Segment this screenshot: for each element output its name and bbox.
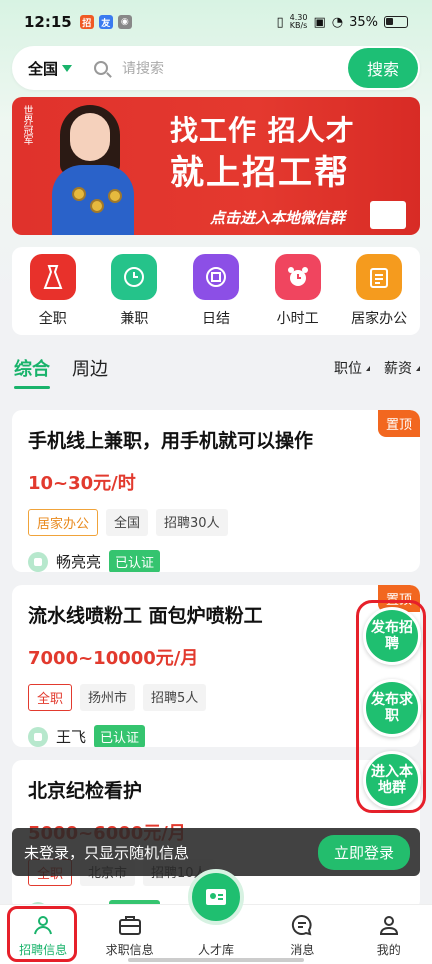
nav-profile[interactable]: 我的 — [354, 913, 424, 958]
search-bar: 全国 请搜索 搜索 — [12, 46, 420, 90]
nav-label: 消息 — [290, 943, 315, 957]
category-remote[interactable]: 居家办公 — [344, 254, 414, 328]
status-right: ▯ 4.30 KB/s ▣ ◔ 35% — [276, 14, 408, 30]
login-button[interactable]: 立即登录 — [317, 834, 410, 870]
talent-pool-icon — [187, 869, 244, 925]
search-icon — [94, 61, 109, 75]
job-tag: 招聘30人 — [156, 509, 228, 536]
region-label: 全国 — [28, 59, 59, 78]
search-button[interactable]: 搜索 — [348, 48, 418, 88]
promo-banner[interactable]: 世界冠军 找工作 招人才 就上招工帮 点击进入本地微信群 — [12, 97, 420, 235]
qr-code-image — [370, 201, 406, 229]
home-indicator[interactable] — [128, 958, 304, 962]
category-label: 全职 — [38, 311, 67, 327]
network-speed: 4.30 KB/s — [290, 14, 308, 30]
building-icon — [28, 726, 48, 747]
nav-talent-pool[interactable]: 人才库 — [181, 869, 251, 958]
category-part-time[interactable]: 兼职 — [99, 254, 169, 328]
poster-name: 王飞 — [56, 728, 87, 746]
verified-badge: 已认证 — [109, 550, 161, 572]
banner-subtitle: 就上招工帮 — [170, 153, 350, 193]
category-hourly[interactable]: 小时工 — [263, 254, 333, 328]
banner-title: 找工作 招人才 — [170, 114, 355, 147]
filter-label: 薪资 — [384, 361, 412, 377]
banner-cta: 点击进入本地微信群 — [210, 209, 346, 227]
clock-icon — [111, 254, 158, 300]
job-title: 北京纪检看护 — [28, 780, 143, 802]
tab-nearby[interactable]: 周边 — [72, 355, 108, 381]
wifi-icon: ◔ — [331, 14, 344, 30]
notification-icons: 招 友 ◉ — [79, 15, 132, 29]
poster-info: 畅亮亮 已认证 — [28, 550, 404, 572]
job-tag: 全职 — [28, 684, 73, 711]
chat-icon — [290, 913, 314, 937]
tab-comprehensive[interactable]: 综合 — [14, 355, 50, 389]
job-tag: 招聘5人 — [143, 684, 207, 711]
job-title: 流水线喷粉工 面包炉喷粉工 — [28, 605, 263, 627]
filter-salary[interactable]: 薪资 — [384, 358, 420, 378]
verified-badge: 已认证 — [94, 725, 146, 747]
battery-level: 35% — [349, 14, 378, 30]
job-salary: 7000~10000元/月 — [28, 648, 199, 669]
banner-side-text: 世界冠军 — [21, 105, 32, 145]
category-daily-pay[interactable]: 日结 — [181, 254, 251, 328]
job-title: 手机线上兼职，用手机就可以操作 — [28, 430, 314, 452]
floating-actions: 发布招聘 发布求职 进入本地群 — [356, 600, 426, 813]
filter-position[interactable]: 职位 — [334, 358, 370, 378]
wechat-icon: ◉ — [117, 15, 132, 29]
login-notice: 未登录，只显示随机信息 — [24, 843, 190, 862]
nav-messages[interactable]: 消息 — [267, 913, 337, 958]
job-tag: 全国 — [106, 509, 149, 536]
status-bar: 12:15 招 友 ◉ ▯ 4.30 KB/s ▣ ◔ 35% — [0, 0, 432, 44]
job-salary: 10~30元/时 — [28, 473, 136, 494]
category-full-time[interactable]: 全职 — [18, 254, 88, 328]
poster-info: 王飞 已认证 — [28, 725, 404, 747]
active-nav-highlight — [7, 906, 77, 962]
category-label: 小时工 — [276, 311, 319, 327]
nav-label: 我的 — [376, 943, 401, 957]
job-tags: 全职 扬州市 招聘5人 — [28, 684, 404, 711]
post-resume-button[interactable]: 发布求职 — [363, 679, 421, 737]
region-selector[interactable]: 全国 — [28, 58, 73, 79]
filter-label: 职位 — [334, 361, 362, 377]
sim-icon: ▣ — [313, 14, 326, 30]
user-icon — [377, 913, 401, 937]
alarm-icon — [274, 254, 321, 300]
speed-unit: KB/s — [289, 21, 308, 30]
battery-icon — [384, 16, 408, 28]
search-input[interactable]: 请搜索 — [122, 58, 348, 78]
category-label: 居家办公 — [351, 311, 408, 327]
caret-down-icon — [62, 64, 73, 72]
app-notification-icon: 招 — [79, 15, 94, 29]
job-tags: 居家办公 全国 招聘30人 — [28, 509, 404, 536]
poster-name: 畅亮亮 — [56, 553, 102, 571]
dress-icon — [29, 254, 76, 300]
building-icon — [28, 551, 48, 572]
app-notification-icon: 友 — [98, 15, 113, 29]
banner-person-image — [52, 105, 134, 235]
category-label: 兼职 — [120, 311, 149, 327]
caret-icon — [416, 365, 420, 371]
status-time: 12:15 — [24, 13, 72, 31]
job-card[interactable]: 置顶 手机线上兼职，用手机就可以操作 10~30元/时 居家办公 全国 招聘30… — [12, 410, 420, 572]
job-tag: 居家办公 — [28, 509, 99, 536]
pinned-badge: 置顶 — [377, 410, 420, 437]
category-grid: 全职 兼职 日结 小时工 居家办公 — [12, 247, 420, 335]
vibrate-icon: ▯ — [276, 14, 284, 30]
filter-group: 职位 薪资 — [320, 358, 420, 378]
post-job-button[interactable]: 发布招聘 — [363, 607, 421, 665]
nav-label: 人才库 — [197, 943, 234, 957]
clipboard-icon — [356, 254, 403, 300]
calendar-icon — [192, 254, 239, 300]
nav-job-seeking[interactable]: 求职信息 — [95, 913, 165, 958]
nav-label: 求职信息 — [105, 943, 154, 957]
caret-icon — [366, 365, 370, 371]
briefcase-icon — [118, 913, 142, 937]
join-group-button[interactable]: 进入本地群 — [363, 751, 421, 809]
feed-tabs: 综合 周边 职位 薪资 — [14, 352, 420, 389]
category-label: 日结 — [201, 311, 230, 327]
job-tag: 扬州市 — [80, 684, 136, 711]
